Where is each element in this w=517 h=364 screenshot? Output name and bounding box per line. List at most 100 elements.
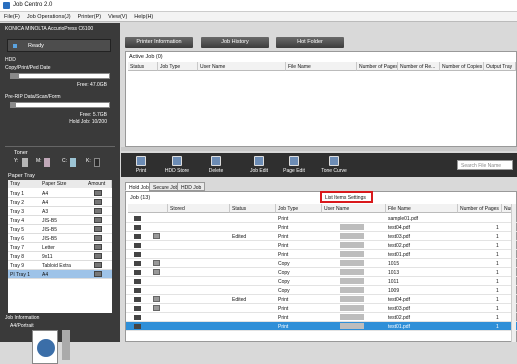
col-file-name[interactable]: File Name [386, 204, 458, 213]
active-col-user-name[interactable]: User Name [198, 62, 286, 71]
menu-view[interactable]: View(V) [104, 12, 130, 20]
job-file-name: test02.pdf [388, 243, 410, 249]
tray-row[interactable]: Tray 4 JIS-B5 [8, 216, 112, 225]
col-stored[interactable]: Stored [168, 204, 230, 213]
tray-row[interactable]: Tray 6 JIS-B5 [8, 234, 112, 243]
delete-tool-button[interactable]: Delete [202, 155, 230, 175]
tray-row[interactable]: Tray 5 JIS-B5 [8, 225, 112, 234]
hot-folder-button[interactable]: Hot Folder [276, 37, 344, 48]
tray-row[interactable]: Tray 9 Tabloid Extra [8, 261, 112, 270]
print-icon [136, 156, 146, 166]
col-pages[interactable]: Number of Pages [458, 204, 502, 213]
toner-k-label: K: [86, 158, 91, 164]
main-area: Printer Information Job History Hot Fold… [121, 23, 517, 342]
menu-help[interactable]: Help(H) [130, 12, 156, 20]
status-text: Ready [28, 43, 44, 49]
stored-icon [153, 233, 160, 239]
tray-row[interactable]: Tray 8 9x11 [8, 252, 112, 261]
job-thumbnail-icon [134, 261, 141, 266]
tray-row[interactable]: PI Tray 1 A4 [8, 270, 112, 279]
job-thumbnail-icon [134, 288, 141, 293]
printer-model: KONICA MINOLTA AccurioPress C6100 [5, 26, 94, 32]
toner-c-label: C: [62, 158, 67, 164]
amount-col-header: Amount [88, 181, 106, 187]
job-file-name: test01.pdf [388, 324, 410, 330]
job-row[interactable]: Print test02.pdf 1 [126, 241, 517, 250]
tray-size: JIS-B5 [42, 227, 58, 233]
active-col-job-type[interactable]: Job Type [158, 62, 198, 71]
toner-k: K: [86, 158, 106, 170]
tray-row[interactable]: Tray 3 A3 [8, 207, 112, 216]
tone-curve-label: Tone Curve [321, 168, 347, 174]
tray-row[interactable]: Tray 7 Letter [8, 243, 112, 252]
delete-icon [211, 156, 221, 166]
job-row[interactable]: Print test01.pdf 1 [126, 250, 517, 259]
menu-bar: File(F) Job Operations(J) Printer(P) View(V… [0, 12, 517, 22]
tab-hdd-job[interactable]: HDD Job [177, 182, 206, 191]
job-thumbnail-icon [134, 270, 141, 275]
active-col-pages[interactable]: Number of Pages [357, 62, 398, 71]
job-pages: 1 [496, 288, 499, 294]
job-history-button[interactable]: Job History [201, 37, 269, 48]
top-button-bar: Printer Information Job History Hot Fold… [121, 37, 517, 48]
tone-curve-tool-button[interactable]: Tone Curve [317, 155, 351, 175]
tray-header-row: Tray Paper Size Amount [8, 180, 112, 188]
stored-icon [153, 269, 160, 275]
list-items-settings-menu-item[interactable]: List Items Settings [320, 191, 373, 203]
active-col-file-name[interactable]: File Name [286, 62, 357, 71]
job-row[interactable]: Copy 1009 1 [126, 286, 517, 295]
menu-job-operations[interactable]: Job Operations(J) [23, 12, 74, 20]
job-row[interactable]: Copy 1015 1 [126, 259, 517, 268]
job-row[interactable]: Print test03.pdf 1 [126, 304, 517, 313]
job-type: Print [278, 315, 289, 321]
search-input[interactable]: Search File Name [457, 160, 513, 170]
preview-scrollbar[interactable] [62, 330, 70, 360]
tray-row[interactable]: Tray 2 A4 [8, 198, 112, 207]
col-user-name[interactable]: User Name [322, 204, 386, 213]
menu-printer[interactable]: Printer(P) [74, 12, 105, 20]
menu-file[interactable]: File(F) [0, 12, 23, 20]
col-thumb[interactable] [128, 204, 168, 213]
job-edit-tool-button[interactable]: Job Edit [245, 155, 273, 175]
job-list-scrollbar[interactable] [511, 204, 516, 342]
active-col-output-tray[interactable]: Output Tray [484, 62, 516, 71]
job-type: Print [278, 252, 289, 258]
job-count: Job (13) [130, 195, 151, 201]
job-file-name: test04.pdf [388, 297, 410, 303]
job-row[interactable]: Print sample01.pdf [126, 214, 517, 223]
job-row[interactable]: Print test04.pdf 1 [126, 223, 517, 232]
job-file-name: sample01.pdf [388, 216, 419, 222]
page-edit-tool-button[interactable]: Page Edit [280, 155, 308, 175]
print-tool-button[interactable]: Print [127, 155, 155, 175]
job-row[interactable]: Edited Print test04.pdf 1 [126, 295, 517, 304]
job-file-name: test04.pdf [388, 225, 410, 231]
hold-job-count: Hold Job: 10/200 [69, 119, 107, 125]
tray-name: Tray 7 [10, 245, 24, 251]
col-job-type[interactable]: Job Type [276, 204, 322, 213]
tray-name: Tray 9 [10, 263, 24, 269]
job-file-name: test02.pdf [388, 315, 410, 321]
active-col-copies[interactable]: Number of Copies [440, 62, 484, 71]
job-row[interactable]: Print test02.pdf 1 [126, 313, 517, 322]
user-name-redacted [340, 269, 364, 275]
tray-row[interactable]: Tray 1 A4 [8, 189, 112, 198]
job-type: Copy [278, 288, 290, 294]
job-row[interactable]: Edited Print test03.pdf 1 [126, 232, 517, 241]
tray-size: A4 [42, 200, 49, 206]
hdd-store-tool-button[interactable]: HDD Store [163, 155, 191, 175]
paper-amount-icon [94, 217, 102, 223]
stored-icon [153, 305, 160, 311]
job-row[interactable]: Print test01.pdf 1 [126, 322, 517, 331]
printer-information-button[interactable]: Printer Information [125, 37, 193, 48]
job-row[interactable]: Copy 1013 1 [126, 268, 517, 277]
active-col-status[interactable]: Status [128, 62, 158, 71]
tray-col-header: Tray [10, 181, 20, 187]
job-type: Print [278, 216, 289, 222]
prerip-label: Pre-RIP Data/Scan/Form [5, 94, 61, 100]
active-col-re[interactable]: Number of Re... [398, 62, 440, 71]
toner-c: C: [62, 158, 82, 170]
paper-amount-icon [94, 244, 102, 250]
col-status[interactable]: Status [230, 204, 276, 213]
job-row[interactable]: Copy 1011 1 [126, 277, 517, 286]
panel-splitter[interactable] [121, 147, 517, 151]
